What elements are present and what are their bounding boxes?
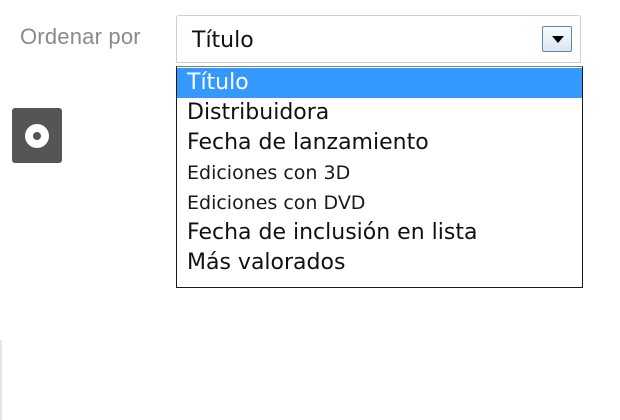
sort-option-fecha-inclusion[interactable]: Fecha de inclusión en lista [177, 218, 582, 248]
page-edge-divider [0, 340, 2, 420]
sort-select[interactable]: Título [176, 15, 581, 63]
chevron-down-icon[interactable] [542, 26, 572, 52]
disc-icon [25, 124, 49, 148]
sort-label: Ordenar por [20, 24, 141, 49]
sort-option-titulo[interactable]: Título [177, 68, 582, 98]
disc-button[interactable] [12, 108, 62, 163]
sort-option-ediciones-dvd[interactable]: Ediciones con DVD [177, 188, 582, 218]
sort-option-ediciones-3d[interactable]: Ediciones con 3D [177, 158, 582, 188]
sort-dropdown-list[interactable]: Título Distribuidora Fecha de lanzamient… [176, 66, 583, 288]
sort-selected-value: Título [192, 28, 254, 53]
sort-option-fecha-lanzamiento[interactable]: Fecha de lanzamiento [177, 128, 582, 158]
sort-option-distribuidora[interactable]: Distribuidora [177, 98, 582, 128]
disc-hole [33, 132, 41, 140]
sort-option-mas-valorados[interactable]: Más valorados [177, 248, 582, 278]
